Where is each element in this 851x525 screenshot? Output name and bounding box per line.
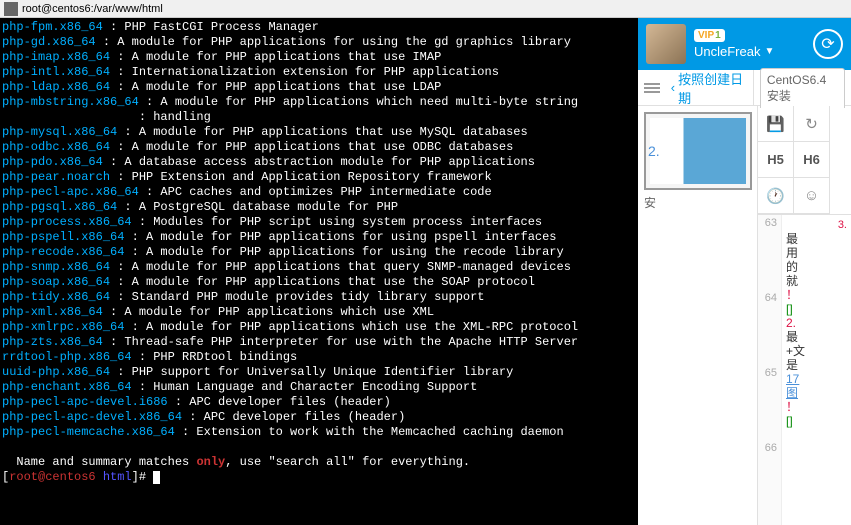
toolbar: ‹ 按照创建日期 CentOS6.4安装 [638, 70, 851, 106]
breadcrumb[interactable]: ‹ 按照创建日期 [668, 69, 745, 107]
username-dropdown[interactable]: UncleFreak ▼ [694, 44, 774, 59]
list-icon[interactable] [644, 83, 660, 93]
refresh-button[interactable]: ⟳ [813, 29, 843, 59]
line-gutter: 63646566 [758, 215, 782, 525]
preview-label: 安 [644, 194, 751, 211]
editor-column: 💾 ↻ H5 H6 🕐 ☺ 63646566 3.最用的就！[]2.最+文是17… [758, 106, 851, 525]
terminal-output[interactable]: php-fpm.x86_64 : PHP FastCGI Process Man… [0, 18, 638, 525]
h6-button[interactable]: H6 [794, 142, 830, 178]
user-header: VIP1 UncleFreak ▼ ⟳ [638, 18, 851, 70]
avatar[interactable] [646, 24, 686, 64]
refresh-icon: ⟳ [821, 34, 834, 54]
preview-thumbnail[interactable]: 2. [644, 112, 752, 190]
window-title-bar: root@centos6:/var/www/html [0, 0, 851, 18]
preview-column: 2. 安 [638, 106, 758, 525]
tab-centos[interactable]: CentOS6.4安装 [760, 68, 845, 108]
save-button[interactable]: 💾 [758, 106, 794, 142]
editor-toolbar: 💾 ↻ H5 H6 🕐 ☺ [758, 106, 851, 215]
chevron-down-icon: ▼ [764, 46, 774, 57]
right-panel: VIP1 UncleFreak ▼ ⟳ ‹ 按照创建日期 CentOS6.4安装 [638, 18, 851, 525]
h5-button[interactable]: H5 [758, 142, 794, 178]
clock-button[interactable]: 🕐 [758, 178, 794, 214]
window-title: root@centos6:/var/www/html [22, 3, 163, 15]
vip-badge: VIP1 [694, 29, 725, 42]
code-area[interactable]: 3.最用的就！[]2.最+文是17图！[] [782, 215, 851, 525]
window-icon [4, 2, 18, 16]
redo-button[interactable]: ↻ [794, 106, 830, 142]
emoji-button[interactable]: ☺ [794, 178, 830, 214]
chevron-left-icon: ‹ [671, 80, 675, 95]
